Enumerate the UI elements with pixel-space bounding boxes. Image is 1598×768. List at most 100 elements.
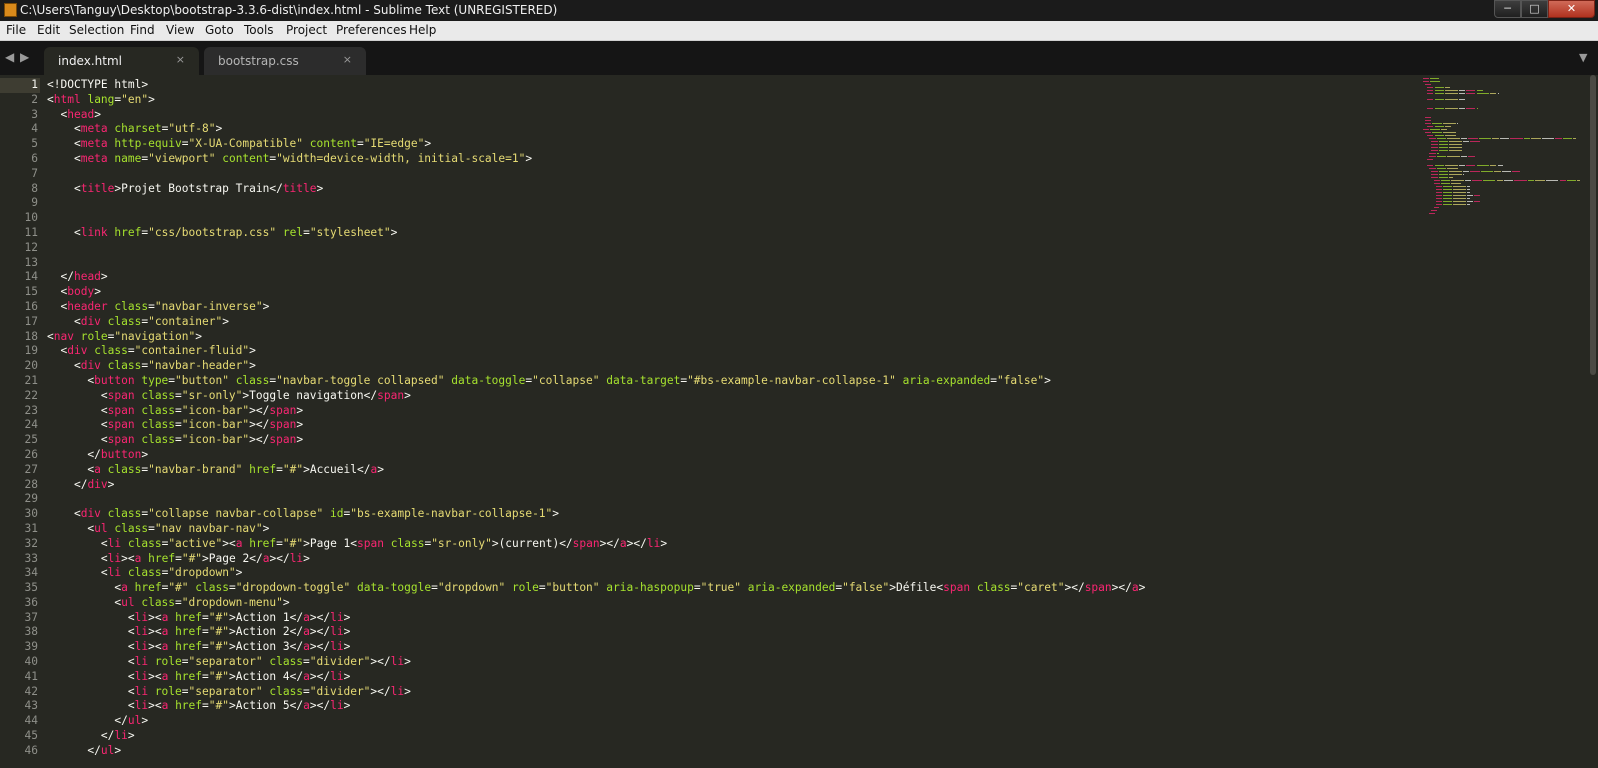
- code-line[interactable]: <li class="dropdown">: [47, 566, 1407, 581]
- code-line[interactable]: <head>: [47, 108, 1407, 123]
- code-line[interactable]: <li><a href="#">Action 4</a></li>: [47, 670, 1407, 685]
- line-number: 19: [24, 344, 38, 358]
- code-line[interactable]: <span class="sr-only">Toggle navigation<…: [47, 389, 1407, 404]
- code-line[interactable]: <meta http-equiv="X-UA-Compatible" conte…: [47, 137, 1407, 152]
- code-line[interactable]: [47, 167, 1407, 182]
- minimap-line: [1456, 123, 1458, 124]
- code-line[interactable]: [47, 492, 1407, 507]
- code-line[interactable]: <span class="icon-bar"></span>: [47, 433, 1407, 448]
- code-line[interactable]: <a href="#" class="dropdown-toggle" data…: [47, 581, 1407, 596]
- minimap-line: [1427, 108, 1434, 109]
- close-button[interactable]: ✕: [1548, 0, 1595, 18]
- back-arrow-icon[interactable]: ◀: [5, 50, 14, 64]
- minimap-line: [1445, 99, 1458, 100]
- code-line[interactable]: </head>: [47, 270, 1407, 285]
- minimap-line: [1427, 93, 1434, 94]
- minimap-line: [1445, 165, 1458, 166]
- window-title: C:\Users\Tanguy\Desktop\bootstrap-3.3.6-…: [20, 3, 558, 17]
- minimap-line: [1442, 186, 1453, 187]
- menu-tools[interactable]: Tools: [244, 23, 274, 38]
- forward-arrow-icon[interactable]: ▶: [20, 50, 29, 64]
- code-line[interactable]: </button>: [47, 448, 1407, 463]
- code-line[interactable]: [47, 256, 1407, 271]
- code-line[interactable]: <li role="separator" class="divider"></l…: [47, 655, 1407, 670]
- code-line[interactable]: <ul class="dropdown-menu">: [47, 596, 1407, 611]
- code-line[interactable]: <ul class="nav navbar-nav">: [47, 522, 1407, 537]
- code-line[interactable]: <nav role="navigation">: [47, 330, 1407, 345]
- code-line[interactable]: <span class="icon-bar"></span>: [47, 418, 1407, 433]
- code-line[interactable]: <meta name="viewport" content="width=dev…: [47, 152, 1407, 167]
- menu-goto[interactable]: Goto: [205, 23, 234, 38]
- line-number: 32: [24, 536, 38, 550]
- menu-help[interactable]: Help: [409, 23, 436, 38]
- code-line[interactable]: <a class="navbar-brand" href="#">Accueil…: [47, 463, 1407, 478]
- minimap-line: [1436, 156, 1447, 157]
- tab-close-icon[interactable]: ×: [343, 53, 352, 66]
- title-bar: C:\Users\Tanguy\Desktop\bootstrap-3.3.6-…: [0, 0, 1598, 21]
- minimap-line: [1559, 180, 1566, 181]
- minimize-button[interactable]: ─: [1494, 0, 1521, 18]
- code-line[interactable]: <div class="container">: [47, 315, 1407, 330]
- code-line[interactable]: [47, 211, 1407, 226]
- tab-list-dropdown-icon[interactable]: ▼: [1579, 51, 1587, 64]
- minimap-line: [1442, 192, 1453, 193]
- menu-selection[interactable]: Selection: [69, 23, 124, 38]
- code-line[interactable]: [47, 196, 1407, 211]
- code-line[interactable]: <body>: [47, 285, 1407, 300]
- tab-index-html[interactable]: index.html ×: [44, 47, 199, 75]
- minimap-line: [1435, 201, 1442, 202]
- code-line[interactable]: <meta charset="utf-8">: [47, 122, 1407, 137]
- minimap-line: [1436, 168, 1447, 169]
- minimap-line: [1423, 78, 1430, 79]
- tab-close-icon[interactable]: ×: [176, 53, 185, 66]
- code-line[interactable]: <li><a href="#">Action 3</a></li>: [47, 640, 1407, 655]
- minimap-line: [1480, 171, 1494, 172]
- minimap-line: [1434, 126, 1444, 127]
- minimap-line: [1577, 180, 1581, 181]
- code-line[interactable]: </ul>: [47, 744, 1407, 759]
- code-editor[interactable]: 1 2 3 4 5 6 7 8 9 10 11 12 13 14 15 16 17 18 19 20 21 22 23 24 2…: [0, 75, 1598, 768]
- code-line[interactable]: <li><a href="#">Action 1</a></li>: [47, 611, 1407, 626]
- minimap-line: [1438, 141, 1449, 142]
- code-line[interactable]: <li role="separator" class="divider"></l…: [47, 685, 1407, 700]
- minimap-line: [1434, 90, 1444, 91]
- minimap[interactable]: [1423, 75, 1593, 245]
- menu-project[interactable]: Project: [286, 23, 327, 38]
- code-line[interactable]: <title>Projet Bootstrap Train</title>: [47, 182, 1407, 197]
- code-line[interactable]: <html lang="en">: [47, 93, 1407, 108]
- code-line[interactable]: </li>: [47, 729, 1407, 744]
- vertical-scrollbar[interactable]: [1590, 75, 1596, 375]
- minimap-line: [1490, 93, 1497, 94]
- minimap-line: [1434, 108, 1444, 109]
- menu-find[interactable]: Find: [130, 23, 155, 38]
- minimap-line: [1467, 186, 1471, 187]
- menu-edit[interactable]: Edit: [37, 23, 60, 38]
- minimap-line: [1425, 117, 1432, 118]
- code-line[interactable]: <div class="navbar-header">: [47, 359, 1407, 374]
- menu-view[interactable]: View: [166, 23, 194, 38]
- code-line[interactable]: <div class="collapse navbar-collapse" id…: [47, 507, 1407, 522]
- code-line[interactable]: <link href="css/bootstrap.css" rel="styl…: [47, 226, 1407, 241]
- maximize-button[interactable]: □: [1521, 0, 1548, 18]
- code-area[interactable]: <!DOCTYPE html> <html lang="en"> <head> <…: [47, 78, 1407, 759]
- line-number: 30: [24, 507, 38, 521]
- tab-bootstrap-css[interactable]: bootstrap.css ×: [204, 47, 366, 75]
- code-line[interactable]: </div>: [47, 478, 1407, 493]
- menu-preferences[interactable]: Preferences: [336, 23, 407, 38]
- code-line[interactable]: <li class="active"><a href="#">Page 1<sp…: [47, 537, 1407, 552]
- menu-file[interactable]: File: [6, 23, 26, 38]
- minimap-line: [1453, 189, 1467, 190]
- code-line[interactable]: <li><a href="#">Action 5</a></li>: [47, 699, 1407, 714]
- minimap-line: [1462, 174, 1464, 175]
- code-line[interactable]: </ul>: [47, 714, 1407, 729]
- code-line[interactable]: <li><a href="#">Action 2</a></li>: [47, 625, 1407, 640]
- code-line[interactable]: <header class="navbar-inverse">: [47, 300, 1407, 315]
- code-line[interactable]: [47, 241, 1407, 256]
- code-line[interactable]: <li><a href="#">Page 2</a></li>: [47, 552, 1407, 567]
- code-line[interactable]: <div class="container-fluid">: [47, 344, 1407, 359]
- line-number: 40: [24, 655, 38, 669]
- code-line[interactable]: <span class="icon-bar"></span>: [47, 404, 1407, 419]
- code-line[interactable]: <button type="button" class="navbar-togg…: [47, 374, 1407, 389]
- minimap-line: [1467, 195, 1474, 196]
- code-line[interactable]: <!DOCTYPE html>: [47, 78, 1407, 93]
